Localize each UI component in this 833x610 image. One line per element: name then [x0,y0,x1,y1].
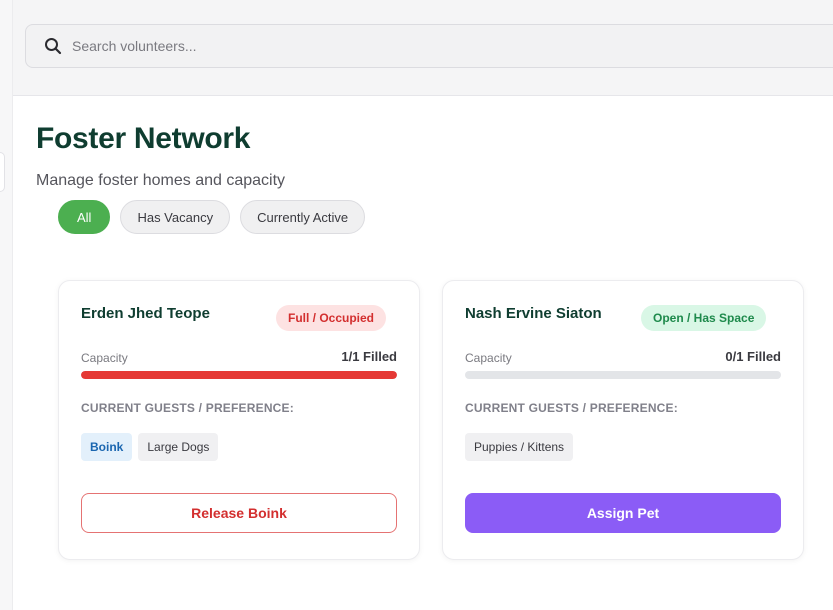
capacity-bar [465,371,781,379]
search-input[interactable] [72,38,672,54]
capacity-value: 1/1 Filled [341,349,397,364]
filter-all[interactable]: All [58,200,111,234]
search-icon [44,37,62,55]
filter-has-vacancy[interactable]: Has Vacancy [120,200,231,234]
page-title: Foster Network [36,122,251,155]
assign-pet-button[interactable]: Assign Pet [465,493,781,533]
capacity-value: 0/1 Filled [725,349,781,364]
preference-tag: Puppies / Kittens [465,433,574,461]
filter-chips: All Has Vacancy Currently Active [58,200,366,234]
guests-label: CURRENT GUESTS / PREFERENCE: [465,401,678,415]
status-badge: Open / Has Space [641,305,767,331]
page-subtitle: Manage foster homes and capacity [36,172,286,189]
filter-currently-active[interactable]: Currently Active [240,200,366,234]
capacity-bar-fill [81,371,397,379]
capacity-label: Capacity [465,351,512,365]
sidebar-toggle-handle[interactable] [0,152,5,192]
foster-name: Nash Ervine Siaton [465,305,602,322]
search-box[interactable] [25,24,833,68]
app-window: Foster Network Manage foster homes and c… [0,0,833,610]
top-bar [13,0,833,96]
main-content: Foster Network Manage foster homes and c… [13,96,833,610]
foster-name: Erden Jhed Teope [81,305,210,322]
guest-tags: Boink Large Dogs [81,433,219,461]
guest-tag: Boink [81,433,133,461]
capacity-bar [81,371,397,379]
status-badge: Full / Occupied [276,305,387,331]
guest-tags: Puppies / Kittens [465,433,574,461]
guests-label: CURRENT GUESTS / PREFERENCE: [81,401,294,415]
release-pet-button[interactable]: Release Boink [81,493,397,533]
left-rail [0,0,13,610]
foster-card-nash: Nash Ervine Siaton Open / Has Space Capa… [442,280,804,560]
foster-card-erden: Erden Jhed Teope Full / Occupied Capacit… [58,280,420,560]
capacity-label: Capacity [81,351,128,365]
preference-tag: Large Dogs [138,433,219,461]
